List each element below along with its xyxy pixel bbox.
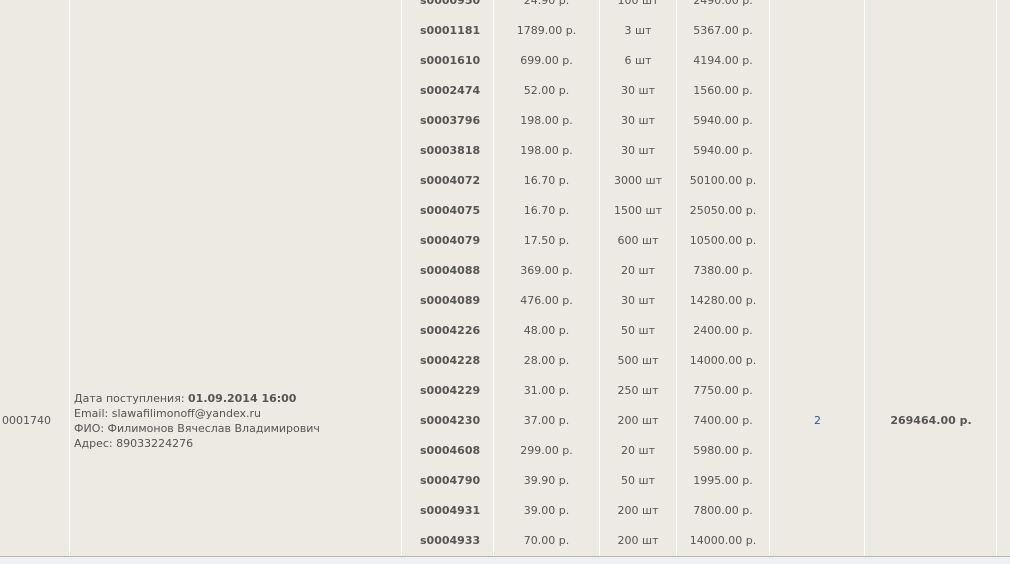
item-sku: s0004229 [420,384,481,397]
item-sum: 14000.00 р. [689,534,757,547]
item-sum: 25050.00 р. [689,204,757,217]
item-sum: 5940.00 р. [693,144,753,157]
item-qty: 3 шт [624,24,652,37]
item-price: 369.00 р. [520,264,573,277]
item-sku: s0004608 [420,444,481,457]
item-sum: 7750.00 р. [693,384,753,397]
item-price: 198.00 р. [520,144,573,157]
sum-column: 2490.00 р. 5367.00 р. 4194.00 р. 1560.00 р.… [677,0,770,556]
item-price: 1789.00 р. [516,24,577,37]
item-sku: s0004931 [420,504,481,517]
item-price: 70.00 р. [523,534,570,547]
item-qty: 250 шт [617,384,659,397]
item-sku: s0004079 [420,234,481,247]
order-id[interactable]: 0001740 [2,406,51,436]
item-price: 198.00 р. [520,114,573,127]
item-price: 31.00 р. [523,384,570,397]
item-sum: 7800.00 р. [693,504,753,517]
total-cell: 269464.00 р. [865,0,997,556]
actions-cell [997,0,1010,556]
item-qty: 50 шт [621,474,655,487]
item-sku: s0004088 [420,264,481,277]
item-sku: s0004089 [420,294,481,307]
qty-column: 100 шт 3 шт 6 шт 30 шт 30 шт 30 шт 3000 шт 1500… [600,0,677,556]
item-qty: 30 шт [621,294,655,307]
item-qty: 30 шт [621,144,655,157]
orders-table: 0001740 Дата поступления: 01.09.2014 16:… [0,0,1010,557]
item-price: 16.70 р. [523,204,570,217]
item-sum: 14000.00 р. [689,354,757,367]
item-price: 52.00 р. [523,84,570,97]
item-sum: 5367.00 р. [693,24,753,37]
item-price: 476.00 р. [520,294,573,307]
date-label: Дата поступления: [74,392,185,405]
item-price: 39.00 р. [523,504,570,517]
item-price: 699.00 р. [520,54,573,67]
item-sku: s0004230 [420,414,481,427]
item-sum: 50100.00 р. [689,174,757,187]
order-total: 269464.00 р. [890,414,972,427]
order-date: 01.09.2014 16:00 [188,392,297,405]
item-sku: s0002474 [420,84,481,97]
customer-email: Email: slawafilimonoff@yandex.ru [74,407,262,420]
item-price: 48.00 р. [523,324,570,337]
item-qty: 200 шт [617,504,659,517]
item-sku: s0000950 [420,0,481,7]
item-sum: 7400.00 р. [693,414,753,427]
customer-name: ФИО: Филимонов Вячеслав Владимирович [74,422,320,435]
item-qty: 600 шт [617,234,659,247]
item-price: 28.00 р. [523,354,570,367]
item-sum: 10500.00 р. [689,234,757,247]
item-sum: 4194.00 р. [693,54,753,67]
item-sku: s0004933 [420,534,481,547]
item-price: 17.50 р. [523,234,570,247]
item-price: 299.00 р. [520,444,573,457]
item-sum: 14280.00 р. [689,294,757,307]
item-qty: 500 шт [617,354,659,367]
item-sku: s0001610 [420,54,481,67]
customer-address: Адрес: 89033224276 [74,437,194,450]
item-price: 16.70 р. [523,174,570,187]
item-qty: 30 шт [621,114,655,127]
item-sum: 5940.00 р. [693,114,753,127]
item-sku: s0004072 [420,174,481,187]
item-sku: s0003796 [420,114,481,127]
customer-info: Дата поступления: 01.09.2014 16:00 Email… [74,391,320,451]
item-qty: 6 шт [624,54,652,67]
item-qty: 1500 шт [614,204,662,217]
item-qty: 3000 шт [614,174,662,187]
item-sum: 5980.00 р. [693,444,753,457]
item-sum: 1995.00 р. [693,474,753,487]
item-qty: 20 шт [621,264,655,277]
item-sku: s0004790 [420,474,481,487]
item-count[interactable]: 2 [770,406,865,436]
item-sku: s0004228 [420,354,481,367]
item-sum: 2400.00 р. [693,324,753,337]
item-price: 39.90 р. [523,474,570,487]
item-sum: 1560.00 р. [693,84,753,97]
sku-column: s0000950 s0001181 s0001610 s0002474 s0003796… [402,0,494,556]
order-info-cell: Дата поступления: 01.09.2014 16:00 Email… [70,0,402,556]
count-cell: 2 [770,0,865,556]
item-qty: 20 шт [621,444,655,457]
item-sku: s0003818 [420,144,481,157]
item-sum: 2490.00 р. [693,0,753,7]
price-column: 24.90 р. 1789.00 р. 699.00 р. 52.00 р. 198.0… [494,0,600,556]
item-qty: 30 шт [621,84,655,97]
item-sum: 7380.00 р. [693,264,753,277]
item-qty: 50 шт [621,324,655,337]
item-qty: 100 шт [617,0,659,7]
item-sku: s0004226 [420,324,481,337]
item-sku: s0004075 [420,204,481,217]
item-qty: 200 шт [617,414,659,427]
item-price: 37.00 р. [523,414,570,427]
item-qty: 200 шт [617,534,659,547]
item-sku: s0001181 [420,24,481,37]
item-price: 24.90 р. [523,0,570,7]
order-id-cell: 0001740 [0,0,70,556]
